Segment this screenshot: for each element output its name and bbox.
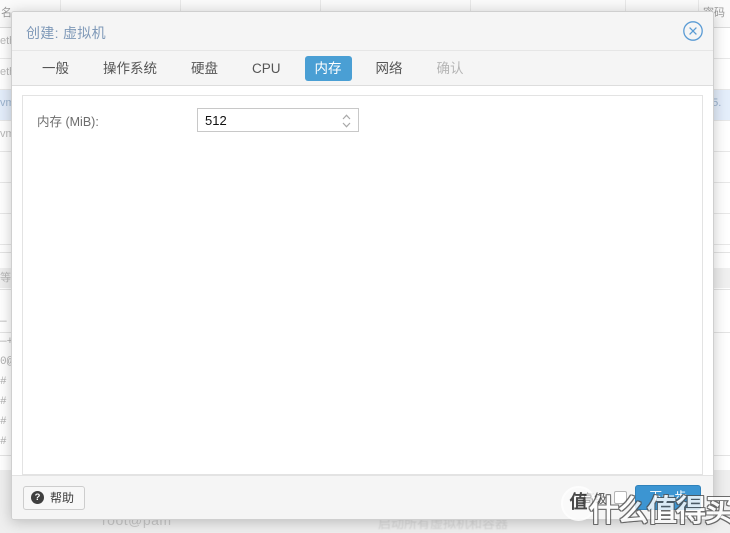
close-circle-icon[interactable]: [682, 20, 704, 42]
next-button[interactable]: 下一步: [635, 485, 701, 510]
advanced-label: 高级: [581, 492, 607, 506]
dialog-footer: ? 帮助 高级 下一步: [12, 475, 713, 519]
tab-operating-system[interactable]: 操作系统: [93, 56, 167, 81]
help-button-label: 帮助: [50, 491, 75, 505]
memory-spinner[interactable]: [197, 108, 359, 132]
footer-right-group: 高级 下一步: [581, 485, 701, 510]
question-mark-icon: ?: [31, 491, 44, 504]
chevron-down-icon[interactable]: [342, 122, 351, 128]
help-button[interactable]: ? 帮助: [23, 485, 86, 510]
create-vm-dialog: 创建: 虚拟机 一般 操作系统 硬盘 CPU 内存 网络 确认 内存 (MiB)…: [11, 11, 714, 520]
advanced-checkbox[interactable]: [614, 491, 628, 504]
memory-spinner-buttons[interactable]: [340, 111, 353, 131]
background-section-label: 等: [0, 272, 11, 284]
tab-network[interactable]: 网络: [366, 56, 413, 81]
memory-input[interactable]: [198, 111, 358, 129]
chevron-up-icon[interactable]: [342, 114, 351, 120]
tab-hard-disk[interactable]: 硬盘: [181, 56, 228, 81]
tab-cpu[interactable]: CPU: [242, 56, 291, 81]
dialog-title: 创建: 虚拟机: [26, 25, 106, 41]
tab-memory[interactable]: 内存: [304, 55, 352, 81]
dialog-header: 创建: 虚拟机: [12, 12, 713, 51]
wizard-tab-bar: 一般 操作系统 硬盘 CPU 内存 网络 确认: [12, 51, 713, 86]
tab-general[interactable]: 一般: [32, 56, 79, 81]
memory-form-row: 内存 (MiB):: [37, 107, 377, 133]
tab-confirm: 确认: [436, 60, 464, 76]
memory-label: 内存 (MiB):: [37, 114, 99, 129]
dialog-body: 内存 (MiB):: [22, 95, 703, 475]
